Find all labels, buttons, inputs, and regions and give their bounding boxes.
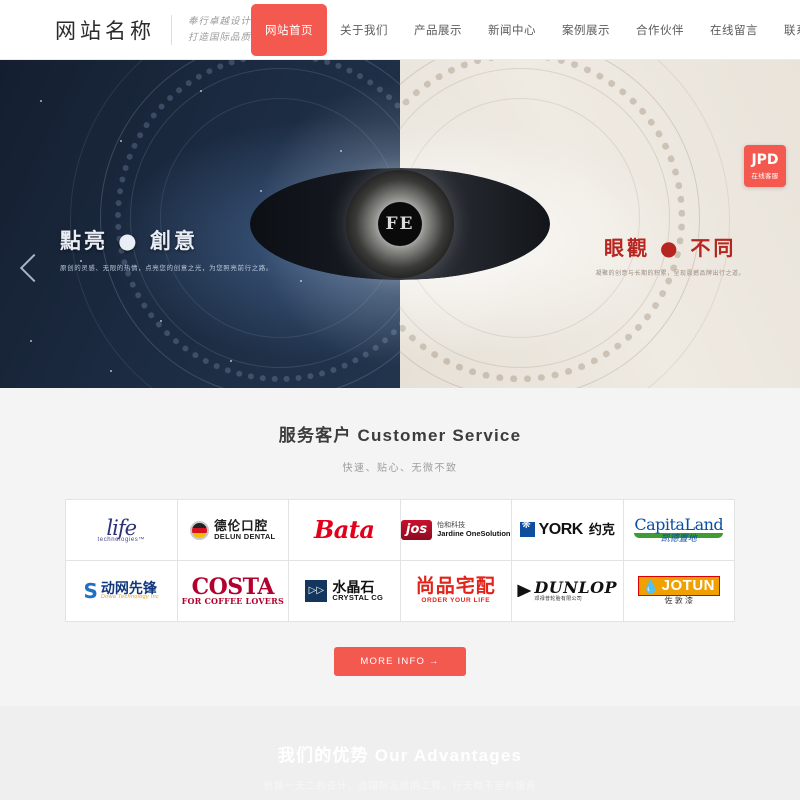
hero-banner-right-half: 眼觀 ● 不同 凝聚的创意与长期的积累，呈现震撼品牌出行之道。 — [400, 60, 800, 388]
dunlop-flag-icon — [517, 584, 532, 598]
bata-wordmark: Bata — [314, 515, 375, 545]
york-cn: 约克 — [588, 522, 615, 538]
more-info-wrap: MORE INFO → — [0, 647, 800, 676]
dowa-en: Dowa Technology Inc — [100, 594, 159, 601]
starfield — [0, 60, 400, 388]
client-logo-crystal-cg[interactable]: ▷▷ 水晶石 CRYSTAL CG — [289, 561, 400, 621]
dunlop-cn: 邓禄普轮胎有限公司 — [534, 595, 583, 602]
dowa-swirl-icon: S — [83, 578, 98, 603]
jpd-logo-text: JPD — [751, 151, 779, 168]
client-logo-grid: life technologies™ 德伦口腔 DELUN DENTAL Bat… — [65, 499, 735, 622]
client-logo-life[interactable]: life technologies™ — [66, 500, 177, 560]
jos-en: Jardine OneSolution — [437, 528, 511, 538]
brand-block[interactable]: 网站名称 奉行卓越设计 打造国际品质 — [0, 0, 251, 59]
client-logo-jotun[interactable]: 💧 JOTUN 佐 敦 漆 — [623, 561, 734, 621]
paper-ring-3 — [400, 98, 640, 338]
online-service-widget[interactable]: JPD 在线客服 — [744, 145, 786, 187]
shangpin-cn: 尚品宅配 — [415, 576, 496, 598]
dunlop-en: DUNLOP — [534, 577, 618, 597]
carousel-prev-icon[interactable] — [18, 250, 44, 290]
advantages-section: 我们的优势 Our Advantages 创独一无二的设计，造国际品质的工程，行… — [0, 706, 800, 800]
brand-divider — [171, 14, 172, 45]
nav-item-message[interactable]: 在线留言 — [697, 0, 771, 59]
delun-crest-icon — [190, 520, 210, 540]
york-mark-icon — [519, 520, 535, 538]
nav-item-cases[interactable]: 案例展示 — [549, 0, 623, 59]
hero-title-right: 眼觀 ● 不同 — [604, 236, 737, 260]
client-logo-shangpin[interactable]: 尚品宅配 ORDER YOUR LIFE — [400, 561, 511, 621]
client-logo-delun[interactable]: 德伦口腔 DELUN DENTAL — [177, 500, 288, 560]
hero-subtitle-left: 原创的灵感、无限的热情，点亮您的创意之光，为您照亮前行之路。 — [60, 265, 273, 272]
capitaland-cn: 凯德置地 — [660, 532, 697, 543]
jotun-en: JOTUN — [661, 577, 716, 595]
nav-item-home[interactable]: 网站首页 — [251, 4, 328, 56]
advantages-subtitle: 创独一无二的设计，造国际品质的工程，行无微不至的服务 — [263, 781, 537, 792]
nav-item-news[interactable]: 新闻中心 — [475, 0, 549, 59]
site-header: 网站名称 奉行卓越设计 打造国际品质 网站首页 关于我们 产品展示 新闻中心 案… — [0, 0, 800, 60]
client-logo-york[interactable]: YORK 约克 — [512, 500, 623, 560]
crystal-mark-icon: ▷▷ — [305, 580, 328, 602]
customer-service-section: 服务客户 Customer Service 快速、贴心、无微不致 life te… — [0, 388, 800, 706]
york-en: YORK — [538, 520, 584, 538]
hero-text-right: 眼觀 ● 不同 凝聚的创意与长期的积累，呈现震撼品牌出行之道。 — [595, 232, 745, 277]
hero-subtitle-right: 凝聚的创意与长期的积累，呈现震撼品牌出行之道。 — [595, 271, 745, 277]
client-logo-dowa[interactable]: S 动网先锋 Dowa Technology Inc — [66, 561, 177, 621]
nav-item-products[interactable]: 产品展示 — [401, 0, 475, 59]
brand-slogan-line-1: 奉行卓越设计 — [188, 15, 252, 27]
hero-banner: 點亮 ● 創意 原创的灵感、无限的热情，点亮您的创意之光，为您照亮前行之路。 眼… — [0, 60, 800, 388]
section-title: 服务客户 Customer Service — [278, 426, 522, 445]
hero-title-left: 點亮 ● 創意 — [60, 228, 198, 253]
brand-slogan: 奉行卓越设计 打造国际品质 — [188, 14, 251, 45]
crystal-en: CRYSTAL CG — [332, 593, 384, 603]
client-logo-bata[interactable]: Bata — [289, 500, 400, 560]
capitaland-en: CapitaLand — [634, 514, 724, 534]
crystal-cn: 水晶石 — [332, 578, 375, 595]
delun-en: DELUN DENTAL — [214, 531, 276, 541]
jotun-drop-icon: 💧 — [642, 578, 659, 594]
dowa-cn: 动网先锋 — [100, 579, 157, 596]
delun-cn: 德伦口腔 — [214, 518, 269, 533]
client-logo-costa[interactable]: COSTA FOR COFFEE LOVERS — [177, 561, 288, 621]
client-logo-jos[interactable]: jos 怡和科技 Jardine OneSolution — [400, 500, 511, 560]
site-logo-text: 网站名称 — [55, 18, 155, 43]
client-logo-dunlop[interactable]: DUNLOP 邓禄普轮胎有限公司 — [512, 561, 623, 621]
nav-item-about[interactable]: 关于我们 — [327, 0, 401, 59]
nav-item-partners[interactable]: 合作伙伴 — [623, 0, 697, 59]
jpd-label-text: 在线客服 — [751, 172, 779, 180]
advantages-title: 我们的优势 Our Advantages — [277, 746, 523, 765]
section-subtitle: 快速、贴心、无微不致 — [342, 463, 458, 474]
jos-badge: jos — [401, 520, 433, 540]
brand-slogan-line-2: 打造国际品质 — [188, 31, 252, 43]
client-logo-capitaland[interactable]: CapitaLand 凯德置地 — [623, 500, 734, 560]
shangpin-en: ORDER YOUR LIFE — [421, 597, 491, 605]
main-navigation: 网站首页 关于我们 产品展示 新闻中心 案例展示 合作伙伴 在线留言 联系我们 — [251, 0, 800, 59]
more-info-button[interactable]: MORE INFO → — [334, 647, 466, 676]
hero-banner-left-half: 點亮 ● 創意 原创的灵感、无限的热情，点亮您的创意之光，为您照亮前行之路。 — [0, 60, 400, 388]
nav-item-contact[interactable]: 联系我们 — [771, 0, 800, 59]
jotun-cn: 佐 敦 漆 — [664, 596, 693, 606]
life-tagline: technologies™ — [97, 536, 145, 543]
hero-text-left: 點亮 ● 創意 原创的灵感、无限的热情，点亮您的创意之光，为您照亮前行之路。 — [60, 225, 273, 272]
costa-tagline: FOR COFFEE LOVERS — [181, 596, 284, 607]
